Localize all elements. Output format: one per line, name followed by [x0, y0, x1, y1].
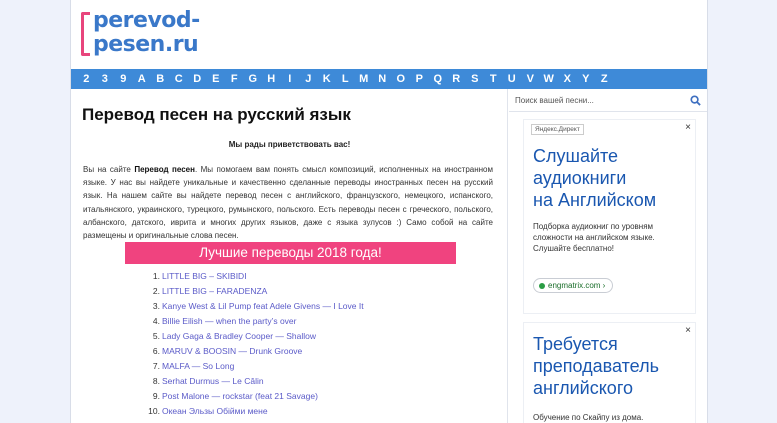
ad-description: Обучение по Скайпу из дома. — [533, 413, 644, 422]
close-icon[interactable]: × — [685, 325, 691, 336]
alphabet-letter-link[interactable]: S — [466, 73, 485, 85]
song-translation-link[interactable]: Океан Эльзы Обійми мене — [162, 406, 268, 416]
song-translation-link[interactable]: LITTLE BIG – FARADENZA — [162, 286, 267, 296]
song-translation-link[interactable]: Post Malone — rockstar (feat 21 Savage) — [162, 391, 318, 401]
ad-block-audiobooks[interactable]: Яндекс.Директ × Слушайте аудиокниги на А… — [523, 119, 696, 314]
list-item: 3. Kanye West & Lil Pump feat Adele Given… — [147, 299, 364, 314]
logo-line1: perevod- — [93, 8, 200, 33]
page-title: Перевод песен на русский язык — [82, 105, 351, 124]
list-item: 5. Lady Gaga & Bradley Cooper — Shallow — [147, 329, 364, 344]
site-logo[interactable]: perevod- pesen.ru — [81, 8, 211, 60]
list-item-number: 7. — [152, 361, 160, 371]
main-content: Перевод песен на русский язык Мы рады пр… — [71, 89, 508, 423]
page-container: perevod- pesen.ru 239ABCDEFGHIJKLMNOPQRS… — [70, 0, 708, 423]
list-item: 8. Serhat Durmus — Le Câlin — [147, 374, 364, 389]
alphabet-letter-link[interactable]: H — [262, 73, 281, 85]
song-translation-link[interactable]: Lady Gaga & Bradley Cooper — Shallow — [162, 331, 316, 341]
list-item: 1. LITTLE BIG – SKIBIDI — [147, 269, 364, 284]
alphabet-letter-link[interactable]: 3 — [96, 73, 115, 85]
song-translation-link[interactable]: MALFA — So Long — [162, 361, 234, 371]
logo-line2: pesen.ru — [93, 32, 199, 57]
alphabet-letter-link[interactable]: X — [558, 73, 577, 85]
song-translation-link[interactable]: MARUV & BOOSIN — Drunk Groove — [162, 346, 302, 356]
alphabet-letter-link[interactable]: L — [336, 73, 355, 85]
list-item: 6. MARUV & BOOSIN — Drunk Groove — [147, 344, 364, 359]
list-item-number: 1. — [152, 271, 160, 281]
alphabet-letter-link[interactable]: Y — [577, 73, 596, 85]
ad-title-line: аудиокниги — [533, 168, 627, 188]
ad-source-label: Яндекс.Директ — [531, 124, 584, 135]
song-translation-link[interactable]: Billie Eilish — when the party’s over — [162, 316, 297, 326]
top-translations-list: 1. LITTLE BIG – SKIBIDI 2. LITTLE BIG – FAR… — [147, 269, 364, 419]
search-box — [509, 89, 707, 112]
ad-block-teacher[interactable]: × Требуется преподаватель английского Об… — [523, 322, 696, 423]
alphabet-letter-link[interactable]: E — [207, 73, 226, 85]
list-item-number: 10. — [148, 406, 160, 416]
song-translation-link[interactable]: Serhat Durmus — Le Câlin — [162, 376, 264, 386]
alphabet-letter-link[interactable]: U — [503, 73, 522, 85]
intro-prefix: Вы на сайте — [83, 165, 135, 174]
list-item-number: 8. — [152, 376, 160, 386]
site-header: perevod- pesen.ru — [71, 0, 707, 69]
list-item: 4. Billie Eilish — when the party’s over — [147, 314, 364, 329]
intro-text: Вы на сайте Перевод песен. Мы помогаем в… — [83, 163, 493, 242]
alphabet-letter-link[interactable]: C — [170, 73, 189, 85]
ad-title-line: Слушайте — [533, 146, 619, 166]
alphabet-letter-link[interactable]: P — [410, 73, 429, 85]
list-item-number: 9. — [152, 391, 160, 401]
search-input[interactable] — [515, 92, 685, 108]
alphabet-letter-link[interactable]: R — [447, 73, 466, 85]
close-icon[interactable]: × — [685, 122, 691, 133]
alphabet-letter-link[interactable]: I — [281, 73, 300, 85]
list-item: 9. Post Malone — rockstar (feat 21 Savage… — [147, 389, 364, 404]
site-dot-icon — [539, 282, 545, 289]
alphabet-nav: 239ABCDEFGHIJKLMNOPQRSTUVWXYZ — [71, 69, 707, 89]
ad-title-line: английского — [533, 378, 634, 398]
alphabet-letter-link[interactable]: J — [299, 73, 318, 85]
alphabet-letter-link[interactable]: F — [225, 73, 244, 85]
list-item: 7. MALFA — So Long — [147, 359, 364, 374]
list-item: 10. Океан Эльзы Обійми мене — [147, 404, 364, 419]
logo-bracket — [81, 12, 90, 56]
ad-title-line: Требуется — [533, 334, 618, 354]
alphabet-letter-link[interactable]: V — [521, 73, 540, 85]
intro-bold: Перевод песен — [134, 165, 195, 174]
alphabet-letter-link[interactable]: A — [133, 73, 152, 85]
alphabet-letter-link[interactable]: D — [188, 73, 207, 85]
ad-description: Подборка аудиокниг по уровням сложности … — [533, 222, 655, 253]
list-item: 2. LITTLE BIG – FARADENZA — [147, 284, 364, 299]
list-item-number: 2. — [152, 286, 160, 296]
list-item-number: 5. — [152, 331, 160, 341]
alphabet-letter-link[interactable]: 2 — [77, 73, 96, 85]
alphabet-letter-link[interactable]: T — [484, 73, 503, 85]
song-translation-link[interactable]: LITTLE BIG – SKIBIDI — [162, 271, 247, 281]
alphabet-letter-link[interactable]: K — [318, 73, 337, 85]
search-icon[interactable] — [690, 95, 701, 106]
welcome-heading: Мы рады приветствовать вас! — [228, 140, 351, 149]
list-item-number: 4. — [152, 316, 160, 326]
song-translation-link[interactable]: Kanye West & Lil Pump feat Adele Givens … — [162, 301, 364, 311]
alphabet-letter-link[interactable]: M — [355, 73, 374, 85]
ad-title-line: преподаватель — [533, 356, 659, 376]
ad-title[interactable]: Слушайте аудиокниги на Английском — [533, 145, 656, 211]
ad-link-label: engmatrix.com › — [548, 281, 606, 290]
alphabet-letter-link[interactable]: G — [244, 73, 263, 85]
alphabet-letter-link[interactable]: B — [151, 73, 170, 85]
intro-rest: . Мы помогаем вам понять смысл композици… — [83, 165, 493, 241]
alphabet-letter-link[interactable]: 9 — [114, 73, 133, 85]
alphabet-letter-link[interactable]: W — [540, 73, 559, 85]
alphabet-letter-link[interactable]: Q — [429, 73, 448, 85]
ad-title[interactable]: Требуется преподаватель английского — [533, 333, 659, 399]
ad-title-line: на Английском — [533, 190, 657, 210]
list-item-number: 6. — [152, 346, 160, 356]
alphabet-letter-link[interactable]: Z — [595, 73, 614, 85]
sidebar: Яндекс.Директ × Слушайте аудиокниги на А… — [509, 89, 707, 423]
best-translations-banner: Лучшие переводы 2018 года! — [125, 242, 456, 264]
alphabet-letter-link[interactable]: N — [373, 73, 392, 85]
alphabet-letter-link[interactable]: O — [392, 73, 411, 85]
ad-link-button[interactable]: engmatrix.com › — [533, 278, 614, 293]
list-item-number: 3. — [152, 301, 160, 311]
